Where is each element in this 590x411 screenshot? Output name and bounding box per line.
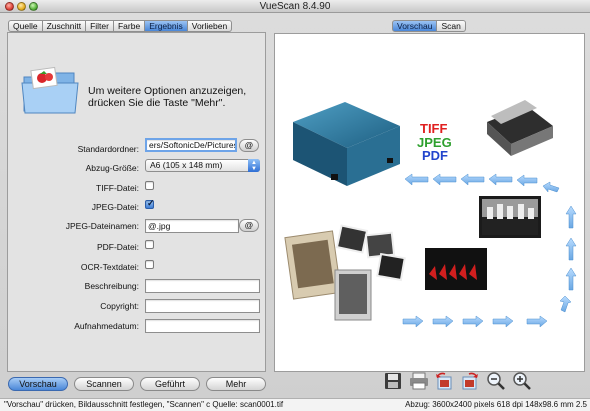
abzug-groesse-value: A6 (105 x 148 mm) — [150, 160, 223, 170]
arrow-right-icon — [402, 315, 424, 328]
jpeg-dateinamen-label: JPEG-Dateinamen: — [65, 221, 139, 231]
save-icon[interactable] — [383, 371, 403, 391]
tiff-label: TIFF-Datei: — [96, 183, 139, 193]
arrow-up-icon — [559, 295, 572, 313]
aufnahmedatum-label: Aufnahmedatum: — [74, 321, 139, 331]
film-scanner-image — [293, 102, 400, 186]
settings-tabs: Quelle Zuschnitt Filter Farbe Ergebnis V… — [8, 20, 233, 32]
arrow-left-icon — [542, 181, 560, 193]
arrow-left-icon — [404, 173, 429, 186]
tab-zuschnitt[interactable]: Zuschnitt — [42, 20, 87, 32]
tab-farbe[interactable]: Farbe — [113, 20, 146, 32]
ocr-label: OCR-Textdatei: — [80, 262, 139, 272]
pdf-label: PDF-Datei: — [96, 242, 139, 252]
abzug-groesse-select[interactable]: A6 (105 x 148 mm) ▲ ▼ — [145, 159, 260, 172]
tab-vorschau[interactable]: Vorschau — [392, 20, 438, 32]
print-icon[interactable] — [409, 371, 429, 391]
info-text: Um weitere Optionen anzuzeigen, drücken … — [88, 85, 247, 109]
tab-scan[interactable]: Scan — [437, 20, 466, 32]
arrow-left-icon — [460, 173, 485, 186]
beschreibung-label: Beschreibung: — [84, 281, 139, 291]
preview-illustration: TIFF JPEG PDF — [284, 100, 577, 328]
format-tiff: TIFF — [420, 121, 447, 136]
rotate-right-icon[interactable] — [460, 371, 480, 391]
jpeg-checkbox[interactable]: ✓ — [145, 198, 155, 209]
arrow-right-icon — [462, 315, 484, 328]
format-pdf: PDF — [422, 148, 448, 163]
arrow-left-icon — [488, 173, 513, 186]
color-photo-image — [425, 248, 487, 290]
vorschau-button[interactable]: Vorschau — [8, 377, 68, 391]
mehr-button[interactable]: Mehr — [206, 377, 266, 391]
jpeg-dateinamen-button[interactable]: @ — [239, 219, 259, 232]
abzug-groesse-label: Abzug-Größe: — [85, 163, 139, 173]
flatbed-scanner-image — [487, 100, 553, 156]
pictures-folder-icon — [21, 66, 79, 114]
preview-area[interactable]: TIFF JPEG PDF — [274, 33, 585, 372]
arrow-right-icon — [526, 315, 548, 328]
tab-quelle[interactable]: Quelle — [8, 20, 43, 32]
arrow-left-icon — [516, 174, 538, 187]
settings-panel: Um weitere Optionen anzuzeigen, drücken … — [7, 32, 266, 372]
rotate-left-icon[interactable] — [434, 371, 454, 391]
pdf-checkbox[interactable] — [145, 240, 154, 249]
window-body: Quelle Zuschnitt Filter Farbe Ergebnis V… — [0, 13, 590, 398]
tab-filter[interactable]: Filter — [86, 20, 114, 32]
scannen-button[interactable]: Scannen — [74, 377, 134, 391]
jpeg-label: JPEG-Datei: — [91, 202, 139, 212]
standardordner-browse-button[interactable]: @ — [239, 139, 259, 152]
zoom-out-icon[interactable] — [486, 371, 506, 391]
jpeg-dateinamen-input[interactable]: @.jpg — [145, 219, 239, 233]
aufnahmedatum-input[interactable] — [145, 319, 260, 333]
tiff-checkbox[interactable] — [145, 181, 154, 190]
window-title: VueScan 8.4.90 — [259, 1, 331, 12]
gefuehrt-button[interactable]: Geführt — [140, 377, 200, 391]
tab-ergebnis[interactable]: Ergebnis — [145, 20, 188, 32]
standardordner-label: Standardordner: — [77, 144, 139, 154]
arrow-left-icon — [432, 173, 457, 186]
arrow-up-icon — [565, 267, 577, 291]
arrow-up-icon — [565, 205, 577, 229]
copyright-label: Copyright: — [100, 301, 139, 311]
ocr-checkbox[interactable] — [145, 260, 154, 269]
checkmark-icon: ✓ — [147, 198, 155, 208]
arrow-right-icon — [432, 315, 454, 328]
tab-vorlieben[interactable]: Vorlieben — [187, 20, 233, 32]
status-message: "Vorschau" drücken, Bildausschnitt festl… — [4, 400, 284, 409]
bw-photo-image — [479, 196, 541, 238]
arrow-row-top — [404, 173, 560, 193]
zoom-in-icon[interactable] — [512, 371, 532, 391]
status-bar: "Vorschau" drücken, Bildausschnitt festl… — [0, 398, 590, 411]
old-photos-image — [284, 224, 406, 321]
copyright-input[interactable] — [145, 299, 260, 313]
arrow-column-right — [559, 205, 577, 313]
standardordner-input[interactable]: ers/SoftonicDe/Pictures — [145, 138, 237, 152]
chevron-updown-icon: ▲ ▼ — [248, 159, 260, 172]
arrow-row-bottom — [402, 315, 548, 328]
arrow-up-icon — [565, 237, 577, 261]
preview-tabs: Vorschau Scan — [392, 20, 466, 32]
beschreibung-input[interactable] — [145, 279, 260, 293]
title-bar: VueScan 8.4.90 — [0, 0, 590, 13]
status-output-info: Abzug: 3600x2400 pixels 618 dpi 148x98.6… — [405, 400, 587, 409]
arrow-right-icon — [492, 315, 514, 328]
